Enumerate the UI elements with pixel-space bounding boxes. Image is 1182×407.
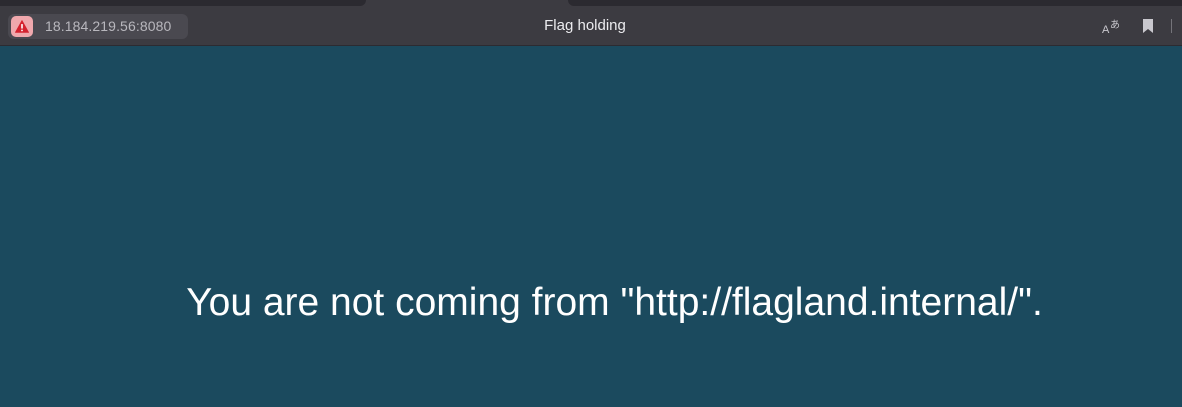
toolbar-divider <box>1171 19 1172 33</box>
translate-icon[interactable]: A あ <box>1102 18 1122 34</box>
page-title: Flag holding <box>544 17 626 34</box>
bookmark-icon[interactable] <box>1141 18 1155 34</box>
referrer-error-message: You are not coming from "http://flagland… <box>186 281 1043 324</box>
page-content: You are not coming from "http://flagland… <box>0 46 1182 407</box>
svg-text:あ: あ <box>1110 19 1120 31</box>
browser-toolbar: 18.184.219.56:8080 Flag holding A あ <box>0 6 1182 46</box>
svg-text:A: A <box>1102 24 1110 34</box>
